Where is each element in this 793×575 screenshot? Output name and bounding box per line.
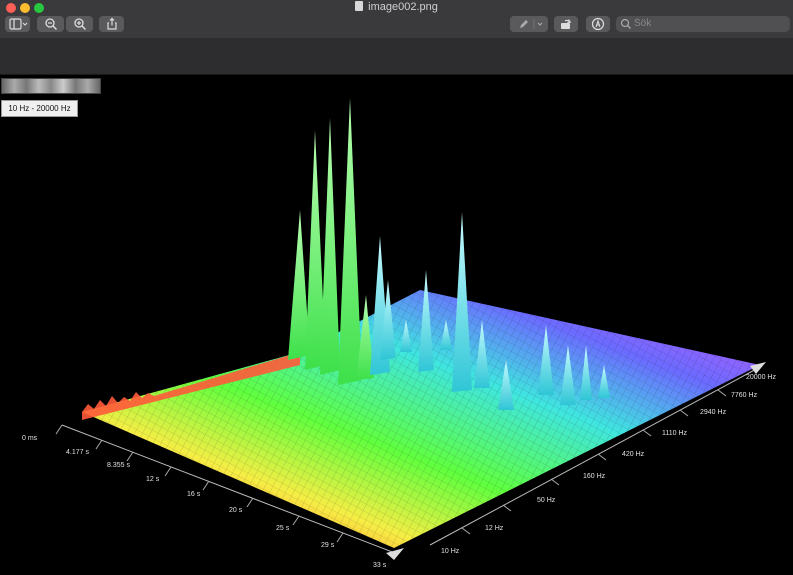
- freq-tick: [642, 429, 652, 437]
- time-axis-label: 20 s: [229, 507, 243, 514]
- freq-axis-label: 20000 Hz: [746, 374, 776, 381]
- freq-tick: [717, 389, 727, 397]
- zoom-in-button[interactable]: [66, 16, 93, 32]
- freq-tick: [550, 478, 560, 486]
- surface-grid: [82, 290, 760, 548]
- freq-tick: [679, 409, 689, 417]
- time-axis-label: 25 s: [276, 525, 290, 532]
- freq-axis-label: 160 Hz: [583, 473, 606, 480]
- freq-axis-label: 7760 Hz: [731, 392, 758, 399]
- time-tick: [292, 515, 300, 526]
- time-axis-label: 33 s: [373, 562, 387, 569]
- freq-tick: [461, 527, 471, 535]
- time-axis-arrow: [386, 548, 404, 560]
- pen-icon: [520, 19, 543, 29]
- time-axis-label: 12 s: [146, 476, 160, 483]
- window-titlebar: image002.png Sök: [0, 0, 793, 39]
- peak: [338, 98, 362, 385]
- freq-tick: [597, 453, 607, 461]
- rotate-icon: [561, 19, 572, 29]
- zoom-in-icon: [73, 18, 86, 30]
- time-tick: [202, 480, 210, 491]
- freq-axis-label: 420 Hz: [622, 451, 645, 458]
- time-tick: [55, 424, 63, 435]
- freq-axis-label: 10 Hz: [441, 548, 460, 555]
- markup-button[interactable]: [510, 16, 548, 32]
- time-axis-label: 16 s: [187, 491, 201, 498]
- search-placeholder: Sök: [634, 18, 652, 29]
- share-button[interactable]: [99, 16, 124, 32]
- freq-axis-label: 12 Hz: [485, 525, 504, 532]
- search-field[interactable]: Sök: [616, 16, 790, 32]
- annotate-icon: [591, 17, 605, 31]
- sidebar-icon: [8, 18, 27, 30]
- document-icon: [355, 1, 364, 11]
- zoom-out-button[interactable]: [37, 16, 64, 32]
- spectrum-3d-plot: 0 ms 4.177 s 8.355 s 12 s 16 s 20 s 25 s…: [22, 98, 776, 569]
- rotate-button[interactable]: [554, 16, 578, 32]
- search-icon: [620, 18, 631, 29]
- freq-tick: [502, 504, 512, 512]
- toolbar-strip: [0, 38, 793, 75]
- peak: [320, 118, 340, 375]
- time-tick: [95, 439, 103, 450]
- time-axis-label: 0 ms: [22, 435, 38, 442]
- time-axis-label: 8.355 s: [107, 462, 130, 469]
- gradient-strip: [1, 78, 101, 94]
- time-tick: [164, 466, 172, 477]
- share-icon: [106, 17, 117, 30]
- zoom-out-icon: [44, 18, 57, 30]
- freq-axis-label: 1110 Hz: [662, 430, 688, 437]
- time-axis-label: 4.177 s: [66, 449, 89, 456]
- annotate-button[interactable]: [586, 16, 610, 32]
- freq-axis-label: 50 Hz: [537, 497, 556, 504]
- time-tick: [246, 497, 254, 508]
- sidebar-toggle-button[interactable]: [5, 16, 30, 32]
- time-tick: [126, 451, 134, 462]
- window-title: image002.png: [0, 0, 793, 14]
- frequency-range-label: 10 Hz - 20000 Hz: [1, 100, 78, 117]
- freq-axis-label: 2940 Hz: [700, 409, 727, 416]
- time-tick: [336, 532, 344, 543]
- time-axis-label: 29 s: [321, 542, 335, 549]
